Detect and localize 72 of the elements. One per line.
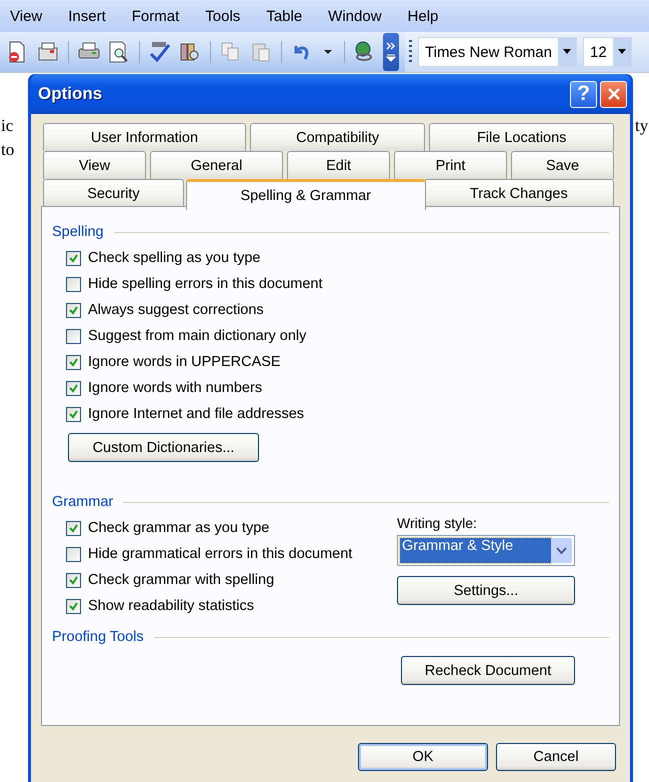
checkbox-label[interactable]: Always suggest corrections bbox=[88, 302, 264, 318]
checkbox[interactable] bbox=[66, 598, 81, 614]
checkmark-icon bbox=[69, 358, 78, 366]
dropdown-arrow-icon bbox=[618, 49, 626, 55]
checkmark-icon bbox=[69, 306, 78, 314]
checkbox-label[interactable]: Ignore words with numbers bbox=[88, 380, 262, 396]
checkbox-label[interactable]: Check grammar as you type bbox=[88, 520, 270, 536]
tab[interactable]: File Locations bbox=[429, 123, 614, 151]
checkbox[interactable] bbox=[66, 572, 81, 588]
section-heading: Spelling bbox=[52, 224, 104, 240]
menu-item[interactable]: Table bbox=[266, 8, 316, 24]
checkmark-icon bbox=[69, 524, 78, 532]
checkmark-icon bbox=[69, 384, 78, 392]
dialog-button[interactable]: OK bbox=[358, 743, 488, 771]
menu-item[interactable]: View bbox=[10, 8, 56, 24]
dropdown-arrow-icon bbox=[562, 49, 571, 55]
tab[interactable]: Compatibility bbox=[250, 123, 426, 151]
settings-button[interactable]: Settings... bbox=[397, 576, 575, 605]
checkmark-icon bbox=[69, 576, 78, 584]
tab[interactable]: Security bbox=[43, 179, 184, 207]
checkmark-icon bbox=[69, 602, 78, 610]
section-heading: Grammar bbox=[52, 494, 114, 510]
checkbox[interactable] bbox=[66, 250, 81, 266]
tab[interactable]: Spelling & Grammar bbox=[186, 179, 426, 210]
checkbox-label[interactable]: Check grammar with spelling bbox=[88, 572, 274, 588]
field-label: Writing style: bbox=[397, 515, 478, 531]
checkbox[interactable] bbox=[66, 520, 81, 536]
dialog-button[interactable]: Cancel bbox=[496, 743, 616, 771]
menu-item[interactable]: Help bbox=[408, 8, 452, 24]
custom-dictionaries-button[interactable]: Custom Dictionaries... bbox=[68, 433, 259, 462]
window-title: Options bbox=[38, 84, 102, 104]
checkbox[interactable] bbox=[66, 354, 81, 370]
checkbox[interactable] bbox=[66, 406, 81, 422]
checkmark-icon bbox=[69, 410, 78, 418]
document-text: to bbox=[1, 140, 14, 160]
checkbox-label[interactable]: Hide spelling errors in this document bbox=[88, 276, 323, 292]
close-button[interactable] bbox=[600, 80, 627, 108]
menu-item[interactable]: Tools bbox=[205, 8, 254, 24]
section-heading: Proofing Tools bbox=[52, 629, 144, 645]
menu-item[interactable]: Insert bbox=[68, 8, 120, 24]
checkmark-icon bbox=[69, 254, 78, 262]
tab[interactable]: Print bbox=[394, 151, 508, 179]
checkbox-label[interactable]: Check spelling as you type bbox=[88, 250, 260, 266]
checkbox[interactable] bbox=[66, 380, 81, 396]
tab[interactable]: Save bbox=[511, 151, 614, 179]
menu-item[interactable]: Window bbox=[328, 8, 396, 24]
checkbox[interactable] bbox=[66, 276, 81, 292]
tab[interactable]: General bbox=[150, 151, 284, 179]
checkbox[interactable] bbox=[66, 302, 81, 318]
tab[interactable]: Edit bbox=[287, 151, 390, 179]
tab[interactable]: User Information bbox=[43, 123, 246, 151]
document-text: ty bbox=[635, 116, 648, 136]
checkbox[interactable] bbox=[66, 546, 81, 562]
checkbox-label[interactable]: Suggest from main dictionary only bbox=[88, 328, 306, 344]
close-icon bbox=[606, 87, 620, 101]
checkbox-label[interactable]: Show readability statistics bbox=[88, 598, 254, 614]
spelling-check-icon[interactable] bbox=[148, 40, 172, 64]
document-text: ic bbox=[1, 116, 14, 136]
toolbar-options-button[interactable] bbox=[383, 33, 399, 71]
writing-style-dropdown[interactable]: Grammar & Style bbox=[397, 535, 575, 566]
font-size-box[interactable]: 12 bbox=[582, 37, 632, 67]
recheck-document-button[interactable]: Recheck Document bbox=[401, 656, 575, 685]
menu-item[interactable]: Format bbox=[132, 8, 194, 24]
chevron-down-icon bbox=[556, 546, 567, 554]
overflow-arrows-icon bbox=[386, 41, 396, 63]
tab[interactable]: View bbox=[43, 151, 146, 179]
tab[interactable]: Track Changes bbox=[424, 179, 614, 207]
checkbox-label[interactable]: Ignore words in UPPERCASE bbox=[88, 354, 281, 370]
font-name-box[interactable]: Times New Roman bbox=[418, 37, 577, 67]
checkbox-label[interactable]: Hide grammatical errors in this document bbox=[88, 546, 352, 562]
checkbox-label[interactable]: Ignore Internet and file addresses bbox=[88, 406, 304, 422]
checkbox[interactable] bbox=[66, 328, 81, 344]
